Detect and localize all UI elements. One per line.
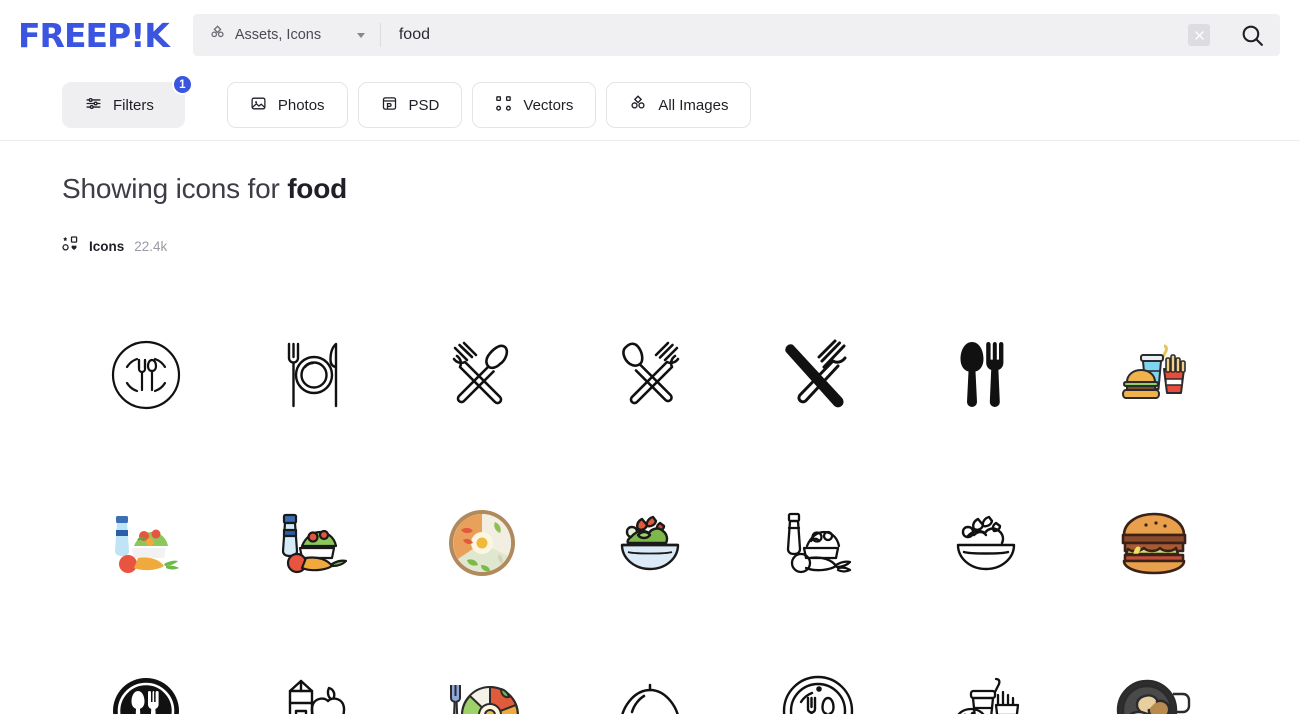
icon-result-hamburger-color[interactable] xyxy=(1070,459,1238,627)
crossed-knife-fork-filled-icon xyxy=(785,339,847,408)
clear-search-button[interactable] xyxy=(1188,24,1210,46)
spoon-fork-filled-icon xyxy=(960,342,1004,407)
cloche-dish-cover-icon xyxy=(621,683,679,714)
icon-result-salad-bowl-outline[interactable] xyxy=(902,459,1070,627)
fast-food-outline-icon xyxy=(957,677,1020,714)
search-bar: Assets, Icons xyxy=(192,14,1280,56)
plate-fork-spoon-circle-icon xyxy=(782,675,854,714)
icon-result-healthy-food-bottle-color[interactable] xyxy=(62,459,230,627)
chip-all-images-label: All Images xyxy=(658,96,729,114)
icon-result-food-bowl-top-view[interactable] xyxy=(398,459,566,627)
milk-apple-outline-icon xyxy=(288,679,346,714)
healthy-food-bottle-lineal-color-icon xyxy=(281,513,348,574)
search-input-wrapper xyxy=(381,14,1188,56)
freepik-logo[interactable]: FREEP!K xyxy=(18,16,170,55)
icon-result-crossed-knife-fork-filled[interactable] xyxy=(734,291,902,459)
icon-result-healthy-food-bottle-lineal-color[interactable] xyxy=(230,459,398,627)
search-input[interactable] xyxy=(398,26,1188,44)
icon-result-plate-fork-spoon-circle[interactable] xyxy=(734,627,902,714)
chip-photos-label: Photos xyxy=(277,96,325,114)
chip-vectors[interactable]: Vectors xyxy=(472,82,597,128)
chip-photos[interactable]: Photos xyxy=(226,82,348,128)
chevron-down-icon xyxy=(356,32,365,38)
chip-psd[interactable]: PSD xyxy=(357,82,463,128)
chip-all-images[interactable]: All Images xyxy=(606,82,752,128)
result-count-row: Icons 22.4k xyxy=(62,235,1238,257)
icon-result-fast-food-outline[interactable] xyxy=(902,627,1070,714)
icon-results-grid xyxy=(62,291,1238,714)
chip-psd-label: PSD xyxy=(408,96,440,114)
icon-result-plate-cutlery-filled[interactable] xyxy=(62,627,230,714)
vectors-icon xyxy=(495,95,512,116)
filters-button[interactable]: Filters 1 xyxy=(62,74,193,128)
search-submit-button[interactable] xyxy=(1224,14,1280,56)
food-bowl-top-view-icon xyxy=(449,510,515,576)
icon-result-fork-plate-knife[interactable] xyxy=(230,291,398,459)
photo-icon xyxy=(250,95,267,116)
all-images-icon xyxy=(629,94,647,116)
icon-result-milk-apple-outline[interactable] xyxy=(230,627,398,714)
crossed-spoon-fork-icon xyxy=(622,341,680,405)
icon-result-spoon-fork-filled[interactable] xyxy=(902,291,1070,459)
icon-result-plate-cutlery-circle[interactable] xyxy=(62,291,230,459)
page-title-query: food xyxy=(287,173,348,204)
balanced-plate-color-icon xyxy=(450,685,519,714)
icon-result-fast-food-combo[interactable] xyxy=(1070,291,1238,459)
icons-grid-icon xyxy=(62,235,79,257)
breakfast-pan-color-icon xyxy=(1116,679,1191,714)
healthy-food-bottle-color-icon xyxy=(115,516,179,573)
crossed-fork-spoon-icon xyxy=(452,341,509,405)
icon-result-balanced-plate-color[interactable] xyxy=(398,627,566,714)
assets-icon xyxy=(209,24,226,46)
close-icon xyxy=(1194,30,1204,40)
psd-icon xyxy=(381,95,398,116)
result-count-value: 22.4k xyxy=(134,238,168,254)
icon-result-cloche-dish-cover[interactable] xyxy=(566,627,734,714)
icon-result-salad-bowl-color[interactable] xyxy=(566,459,734,627)
result-count-label: Icons xyxy=(89,238,125,254)
fast-food-combo-icon xyxy=(1122,344,1186,399)
salad-bowl-outline-icon xyxy=(956,515,1016,571)
icon-result-crossed-fork-spoon[interactable] xyxy=(398,291,566,459)
page-title: Showing icons for food xyxy=(62,141,1238,205)
plate-cutlery-circle-icon xyxy=(111,340,181,410)
fork-plate-knife-icon xyxy=(287,342,338,408)
plate-cutlery-filled-icon xyxy=(113,678,179,714)
search-icon xyxy=(1242,25,1263,46)
filters-count-badge: 1 xyxy=(171,74,193,95)
page-title-prefix: Showing icons for xyxy=(62,173,288,204)
site-header: FREEP!K Assets, Icons xyxy=(0,0,1300,70)
hamburger-color-icon xyxy=(1121,512,1187,575)
filter-toolbar: Filters 1 Photos PSD Vectors All Images xyxy=(0,70,1300,141)
chip-vectors-label: Vectors xyxy=(523,96,574,114)
sliders-icon xyxy=(85,95,102,116)
asset-type-label: Assets, Icons xyxy=(234,27,322,43)
salad-bowl-color-icon xyxy=(620,515,680,571)
groceries-bottle-outline-icon xyxy=(786,512,852,574)
icon-result-groceries-bottle-outline[interactable] xyxy=(734,459,902,627)
filters-label: Filters xyxy=(113,96,154,114)
icon-result-crossed-spoon-fork[interactable] xyxy=(566,291,734,459)
results-section: Showing icons for food Icons 22.4k xyxy=(0,141,1300,714)
asset-type-selector[interactable]: Assets, Icons xyxy=(193,14,381,56)
icon-result-breakfast-pan-color[interactable] xyxy=(1070,627,1238,714)
